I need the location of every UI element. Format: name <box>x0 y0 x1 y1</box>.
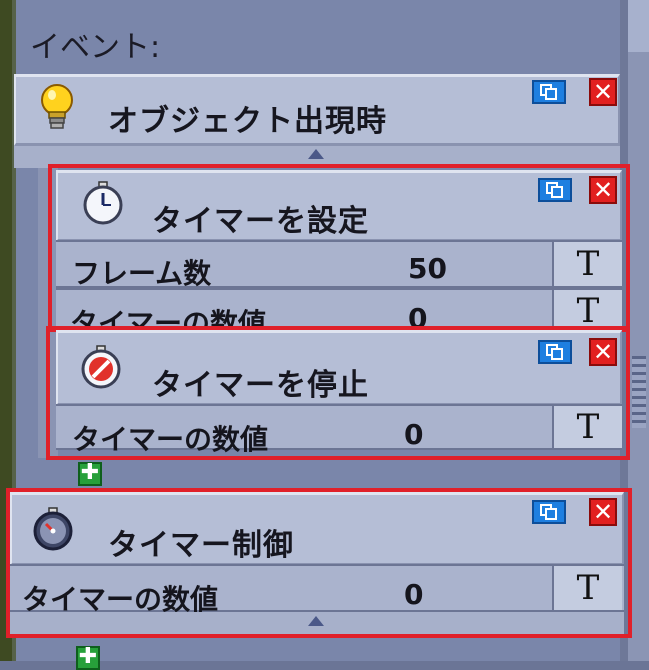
delete-button[interactable]: ✕ <box>589 78 617 106</box>
add-action-button[interactable]: ✚ <box>76 646 100 670</box>
scrollbar-grip[interactable] <box>632 356 646 428</box>
add-action-button[interactable]: ✚ <box>78 462 102 486</box>
section-label: イベント: <box>30 30 161 65</box>
highlight-box <box>6 488 632 638</box>
scrollbar-thumb[interactable] <box>628 0 649 52</box>
event-title: オブジェクト出現時 <box>108 104 387 139</box>
highlight-box <box>46 326 630 460</box>
highlight-box <box>48 164 630 332</box>
copy-icon <box>540 84 557 100</box>
lightbulb-icon <box>36 82 78 134</box>
copy-button[interactable] <box>532 80 566 104</box>
collapse-arrow-icon[interactable] <box>308 149 324 159</box>
